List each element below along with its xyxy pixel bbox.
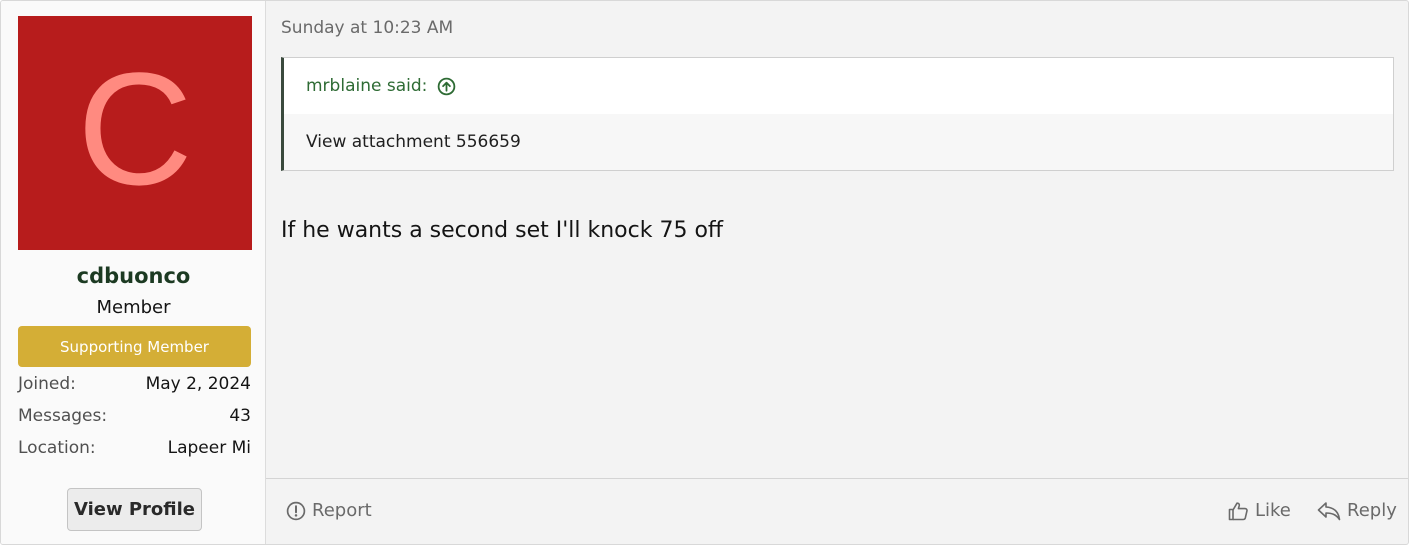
quote-header: mrblaine said: bbox=[284, 58, 1393, 114]
stat-label: Joined: bbox=[18, 374, 76, 394]
stat-value: 43 bbox=[229, 406, 251, 426]
quote-body: View attachment 556659 bbox=[284, 114, 1393, 170]
report-label: Report bbox=[312, 500, 372, 521]
user-sidebar: C cdbuonco Member Supporting Member Join… bbox=[1, 1, 266, 544]
stat-row-location: Location: Lapeer Mi bbox=[18, 436, 251, 468]
quote-author[interactable]: mrblaine said: bbox=[306, 76, 427, 96]
thumbs-up-icon bbox=[1228, 501, 1249, 521]
username-link[interactable]: cdbuonco bbox=[1, 264, 266, 288]
message-post: C cdbuonco Member Supporting Member Join… bbox=[0, 0, 1409, 545]
post-actions-bar: Report Like Reply bbox=[266, 478, 1408, 544]
user-title: Member bbox=[96, 297, 171, 318]
message-text: If he wants a second set I'll knock 75 o… bbox=[281, 218, 724, 243]
user-banner: Supporting Member bbox=[18, 326, 251, 367]
stat-row-messages: Messages: 43 bbox=[18, 404, 251, 436]
stat-label: Messages: bbox=[18, 406, 108, 426]
avatar[interactable]: C bbox=[18, 16, 252, 250]
reply-label: Reply bbox=[1347, 500, 1397, 521]
reply-icon bbox=[1317, 501, 1341, 521]
stat-label: Location: bbox=[18, 438, 96, 458]
arrow-circle-up-icon[interactable] bbox=[437, 77, 456, 96]
like-label: Like bbox=[1255, 500, 1291, 521]
stat-value: May 2, 2024 bbox=[145, 374, 251, 394]
post-main: Sunday at 10:23 AM mrblaine said: View a… bbox=[266, 1, 1408, 544]
stat-row-joined: Joined: May 2, 2024 bbox=[18, 372, 251, 404]
like-button[interactable]: Like bbox=[1228, 500, 1291, 521]
stat-value: Lapeer Mi bbox=[167, 438, 251, 458]
view-profile-button[interactable]: View Profile bbox=[67, 488, 202, 531]
reply-button[interactable]: Reply bbox=[1317, 500, 1397, 521]
user-stats: Joined: May 2, 2024 Messages: 43 Locatio… bbox=[18, 372, 251, 468]
report-icon bbox=[286, 501, 306, 521]
report-button[interactable]: Report bbox=[286, 500, 372, 521]
attachment-link[interactable]: View attachment 556659 bbox=[306, 132, 521, 152]
post-date-link[interactable]: Sunday at 10:23 AM bbox=[281, 18, 453, 38]
avatar-letter: C bbox=[77, 39, 193, 218]
quote-block: mrblaine said: View attachment 556659 bbox=[281, 57, 1394, 171]
